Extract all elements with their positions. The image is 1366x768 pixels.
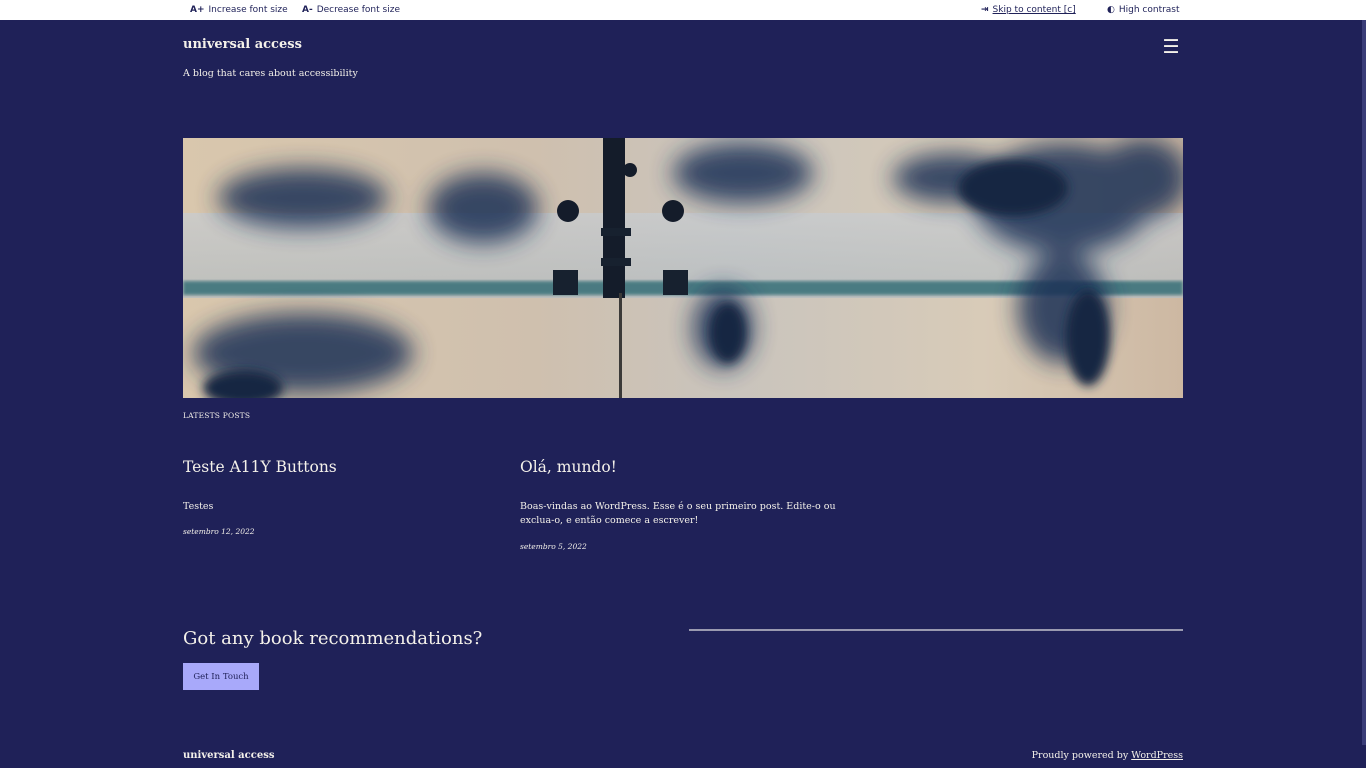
contrast-icon: ◐ — [1107, 5, 1115, 15]
page-scrollbar[interactable] — [1362, 20, 1366, 745]
decrease-font-size-label: Decrease font size — [316, 5, 400, 15]
high-contrast-button[interactable]: ◐ High contrast — [1107, 0, 1180, 20]
skip-arrow-icon: ⇥ — [981, 5, 989, 15]
high-contrast-label: High contrast — [1118, 5, 1180, 15]
post-card: Olá, mundo! Boas-vindas ao WordPress. Es… — [520, 458, 850, 551]
font-decrease-icon: A- — [302, 5, 313, 15]
site-title[interactable]: universal access — [183, 37, 302, 52]
font-increase-icon: A+ — [190, 5, 205, 15]
powered-by: Proudly powered by WordPress — [1032, 750, 1183, 761]
post-card: Teste A11Y Buttons Testes setembro 12, 2… — [183, 458, 513, 536]
separator — [689, 629, 1183, 631]
decrease-font-size-button[interactable]: A- Decrease font size — [302, 0, 400, 20]
post-date: setembro 12, 2022 — [183, 527, 255, 536]
footer-site-title[interactable]: universal access — [183, 750, 274, 761]
skip-to-content-label: Skip to content [c] — [992, 5, 1076, 15]
accessibility-toolbar: A+ Increase font size A- Decrease font s… — [0, 0, 1366, 20]
site-tagline: A blog that cares about accessibility — [183, 68, 358, 79]
increase-font-size-label: Increase font size — [208, 5, 288, 15]
increase-font-size-button[interactable]: A+ Increase font size — [190, 0, 288, 20]
cta-heading: Got any book recommendations? — [183, 628, 483, 649]
post-date: setembro 5, 2022 — [520, 542, 587, 551]
hero-image — [183, 138, 1183, 398]
latest-posts-heading: LATESTS POSTS — [183, 411, 251, 420]
powered-by-text: Proudly powered by — [1031, 750, 1132, 761]
post-excerpt: Testes — [183, 501, 214, 512]
wordpress-link[interactable]: WordPress — [1131, 750, 1183, 761]
post-title-link[interactable]: Olá, mundo! — [520, 458, 850, 476]
skip-to-content-link[interactable]: ⇥ Skip to content [c] — [981, 0, 1076, 20]
post-title-link[interactable]: Teste A11Y Buttons — [183, 458, 513, 476]
get-in-touch-button[interactable]: Get In Touch — [183, 663, 259, 690]
post-excerpt: Boas-vindas ao WordPress. Esse é o seu p… — [520, 501, 836, 526]
hamburger-menu-icon[interactable]: ☰ — [1160, 37, 1182, 59]
hero-photo-illustration — [183, 138, 1183, 398]
